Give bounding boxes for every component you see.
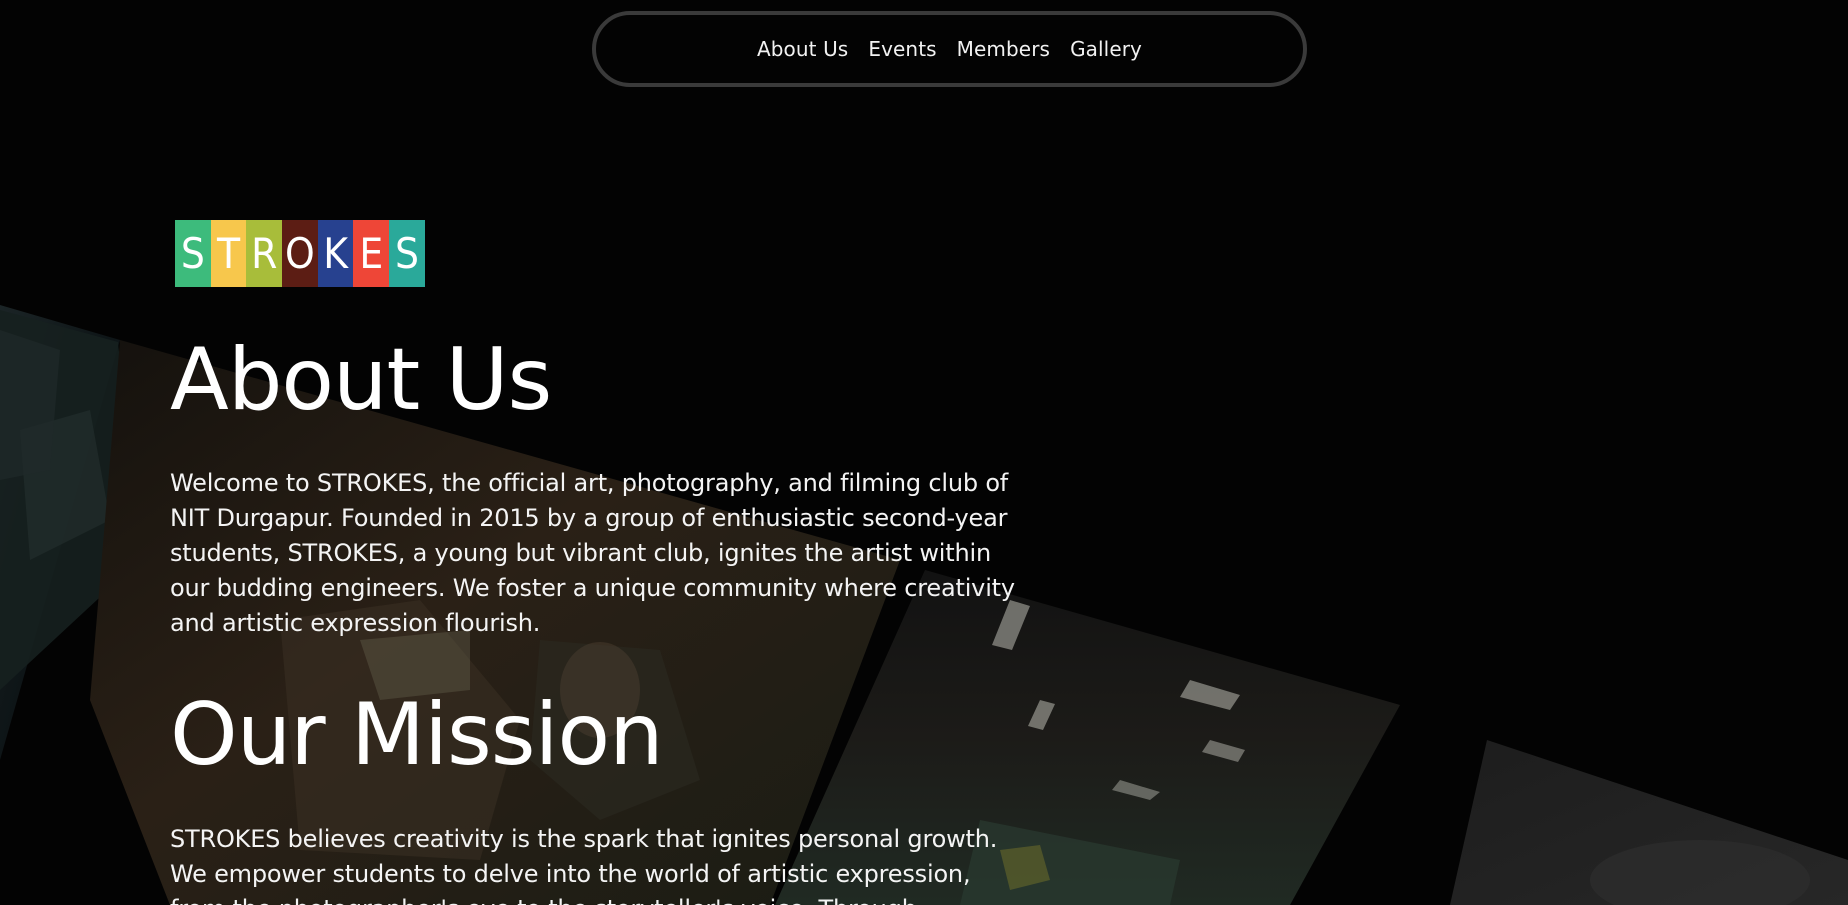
page: About Us Events Members Gallery S T R O … bbox=[0, 0, 1848, 905]
strokes-logo: S T R O K E S bbox=[175, 220, 425, 287]
logo-letter: T bbox=[210, 220, 247, 287]
nav-link-events[interactable]: Events bbox=[868, 37, 936, 61]
nav-link-about-us[interactable]: About Us bbox=[757, 37, 848, 61]
our-mission-paragraph: STROKES believes creativity is the spark… bbox=[170, 825, 998, 905]
logo-letter: O bbox=[282, 220, 318, 287]
nav-link-gallery[interactable]: Gallery bbox=[1070, 37, 1142, 61]
logo-letter: R bbox=[246, 220, 283, 287]
top-navigation: About Us Events Members Gallery bbox=[592, 11, 1307, 87]
collage-photo-right bbox=[1450, 740, 1848, 905]
logo-letter: S bbox=[175, 220, 211, 287]
nav-link-members[interactable]: Members bbox=[957, 37, 1050, 61]
logo-letter: E bbox=[353, 220, 390, 287]
logo-letter: S bbox=[389, 220, 425, 287]
about-us-paragraph: Welcome to STROKES, the official art, ph… bbox=[170, 469, 1015, 637]
logo-letter: K bbox=[317, 220, 354, 287]
about-us-heading: About Us bbox=[170, 330, 552, 430]
our-mission-heading: Our Mission bbox=[170, 685, 664, 785]
